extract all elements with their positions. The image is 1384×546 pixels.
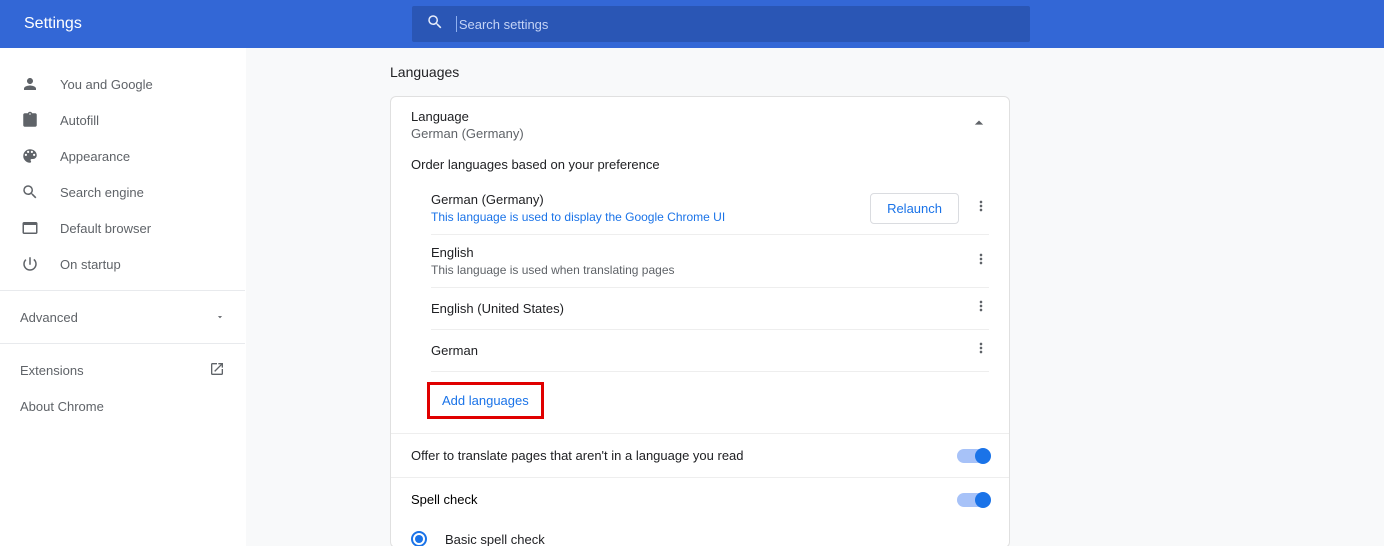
sidebar-item-label: Autofill [60, 113, 99, 128]
spellcheck-label: Spell check [411, 492, 477, 507]
sidebar-item-label: Extensions [20, 363, 84, 378]
language-name: English (United States) [431, 301, 564, 316]
language-note: This language is used when translating p… [431, 263, 675, 277]
language-current: German (Germany) [411, 126, 524, 141]
language-heading: Language [411, 109, 524, 124]
basic-spellcheck-label: Basic spell check [445, 532, 545, 546]
language-name: German (Germany) [431, 192, 725, 207]
sidebar-item-advanced[interactable]: Advanced [0, 299, 245, 335]
language-row: German (Germany) This language is used t… [431, 182, 989, 235]
language-instruction: Order languages based on your preference [391, 153, 1009, 182]
translate-toggle[interactable] [957, 449, 989, 463]
sidebar-item-you-and-google[interactable]: You and Google [0, 66, 245, 102]
language-header-row[interactable]: Language German (Germany) [391, 97, 1009, 153]
more-vert-icon[interactable] [973, 298, 989, 319]
page-title: Languages [390, 64, 1010, 80]
more-vert-icon[interactable] [973, 340, 989, 361]
sidebar-item-label: Appearance [60, 149, 130, 164]
translate-label: Offer to translate pages that aren't in … [411, 448, 744, 463]
person-icon [20, 74, 40, 94]
external-link-icon [209, 361, 225, 380]
basic-spellcheck-row[interactable]: Basic spell check [391, 521, 1009, 546]
sidebar-item-default-browser[interactable]: Default browser [0, 210, 245, 246]
more-vert-icon[interactable] [973, 198, 989, 219]
sidebar-item-on-startup[interactable]: On startup [0, 246, 245, 282]
sidebar-item-label: Default browser [60, 221, 151, 236]
spellcheck-toggle[interactable] [957, 493, 989, 507]
chevron-down-icon [215, 310, 225, 325]
search-icon [20, 182, 40, 202]
sidebar-item-label: About Chrome [20, 399, 104, 414]
spellcheck-header: Spell check [391, 477, 1009, 521]
more-vert-icon[interactable] [973, 251, 989, 272]
palette-icon [20, 146, 40, 166]
relaunch-button[interactable]: Relaunch [870, 193, 959, 224]
power-icon [20, 254, 40, 274]
sidebar-item-label: Advanced [20, 310, 78, 325]
sidebar-item-appearance[interactable]: Appearance [0, 138, 245, 174]
sidebar-item-label: On startup [60, 257, 121, 272]
language-row: German [431, 330, 989, 372]
language-row: English This language is used when trans… [431, 235, 989, 288]
search-input[interactable] [456, 16, 1016, 32]
language-row: English (United States) [431, 288, 989, 330]
search-icon [426, 13, 444, 36]
language-note: This language is used to display the Goo… [431, 210, 725, 224]
sidebar-item-extensions[interactable]: Extensions [0, 352, 245, 388]
radio-selected-icon[interactable] [411, 531, 427, 546]
app-title: Settings [24, 15, 82, 33]
language-list: German (Germany) This language is used t… [431, 182, 989, 372]
translate-toggle-row: Offer to translate pages that aren't in … [391, 433, 1009, 477]
browser-icon [20, 218, 40, 238]
sidebar-item-label: You and Google [60, 77, 153, 92]
chevron-up-icon [969, 113, 989, 138]
language-name: English [431, 245, 675, 260]
languages-card: Language German (Germany) Order language… [390, 96, 1010, 546]
sidebar-item-about-chrome[interactable]: About Chrome [0, 388, 245, 424]
search-box[interactable] [412, 6, 1030, 42]
add-languages-button[interactable]: Add languages [427, 382, 544, 419]
clipboard-icon [20, 110, 40, 130]
main-content: Languages Language German (Germany) Orde… [246, 48, 1384, 546]
app-header: Settings [0, 0, 1384, 48]
sidebar-item-search-engine[interactable]: Search engine [0, 174, 245, 210]
sidebar-item-autofill[interactable]: Autofill [0, 102, 245, 138]
language-name: German [431, 343, 478, 358]
sidebar-item-label: Search engine [60, 185, 144, 200]
sidebar: You and Google Autofill Appearance Searc… [0, 48, 246, 546]
